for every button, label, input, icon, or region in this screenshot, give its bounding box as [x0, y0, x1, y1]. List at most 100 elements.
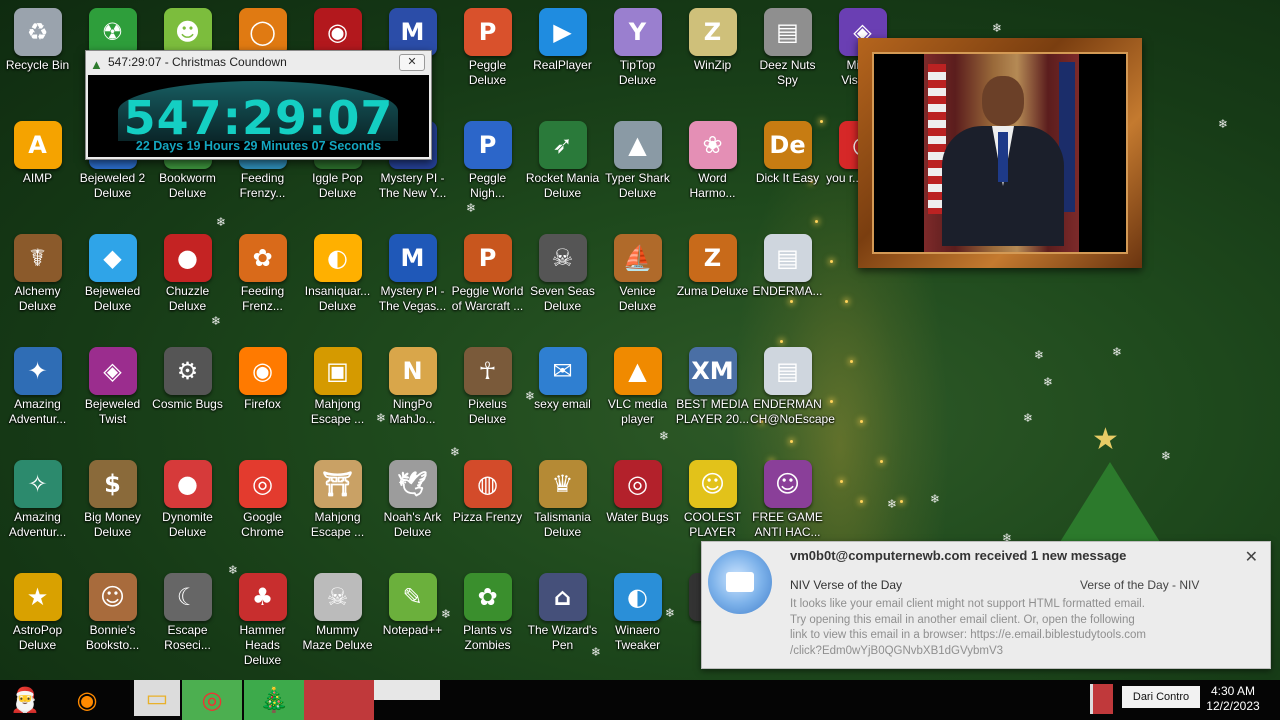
desktop-icon[interactable]: ⌂ The Wizard's Pen	[525, 573, 600, 686]
desktop-icon-label: Bookworm Deluxe	[159, 171, 216, 200]
desktop-icon[interactable]: P Peggle World of Warcraft ...	[450, 234, 525, 347]
desktop-icon[interactable]: ● Chuzzle Deluxe	[150, 234, 225, 347]
portrait-frame	[858, 38, 1142, 268]
desktop-icon-label: Zuma Deluxe	[676, 284, 749, 298]
clock-date: 12/2/2023	[1206, 699, 1260, 713]
desktop-icon[interactable]: ♛ Talismania Deluxe	[525, 460, 600, 573]
desktop-icon[interactable]: ★ AstroPop Deluxe	[0, 573, 75, 686]
start-button[interactable]: 🎅	[0, 680, 50, 720]
desktop-icon[interactable]: M Mystery PI - The Vegas...	[375, 234, 450, 347]
desktop-icon[interactable]: ⛵ Venice Deluxe	[600, 234, 675, 347]
system-clock[interactable]: 4:30 AM 12/2/2023	[1198, 684, 1268, 714]
sparkle	[830, 400, 833, 403]
desktop-icon[interactable]: ♣ Hammer Heads Deluxe	[225, 573, 300, 686]
desktop-icon-label: Noah's Ark Deluxe	[383, 510, 442, 539]
sparkle	[840, 480, 843, 483]
desktop-icon-label: Big Money Deluxe	[84, 510, 141, 539]
email-preview: It looks like your email client might no…	[790, 598, 1147, 657]
sparkle	[845, 300, 848, 303]
desktop-icon[interactable]: ▤ Deez Nuts Spy	[750, 8, 825, 121]
santa-icon: 🎅	[10, 686, 40, 714]
taskbar-app-gray[interactable]	[374, 680, 440, 700]
desktop-icon[interactable]: ◆ Bejeweled Deluxe	[75, 234, 150, 347]
desktop-icon[interactable]: ☺ Bonnie's Booksto...	[75, 573, 150, 686]
taskbar-app-red[interactable]	[304, 680, 374, 720]
desktop-icon[interactable]: ▲ Typer Shark Deluxe	[600, 121, 675, 234]
desktop-icon[interactable]: Y TipTop Deluxe	[600, 8, 675, 121]
desktop-icon[interactable]: ♻ Recycle Bin	[0, 8, 75, 121]
desktop-icon[interactable]: ▤ ENDERMA...	[750, 234, 825, 347]
enderman-icon: ▤	[763, 234, 812, 282]
desktop-icon[interactable]: ⛩ Mahjong Escape ...	[300, 460, 375, 573]
desktop-icon[interactable]: ● Dynomite Deluxe	[150, 460, 225, 573]
desktop-icon[interactable]: ◉ Firefox	[225, 347, 300, 460]
email-subject[interactable]: NIV Verse of the Day	[790, 578, 902, 592]
desktop-icon[interactable]: ⚙ Cosmic Bugs	[150, 347, 225, 460]
email-notification[interactable]: vm0b0t@computernewb.com received 1 new m…	[701, 541, 1271, 669]
notification-close-button[interactable]: ✕	[1245, 547, 1258, 567]
feeding-frenzy-2-icon: ✿	[238, 234, 287, 282]
dick-it-easy-icon: De	[763, 121, 812, 169]
notepadpp-icon: ✎	[388, 573, 437, 621]
desktop-icon-label: Insaniquar... Deluxe	[304, 284, 371, 313]
desktop-icon[interactable]: ▲ VLC media player	[600, 347, 675, 460]
desktop-icon[interactable]: P Peggle Deluxe	[450, 8, 525, 121]
desktop-icon[interactable]: ◈ Bejeweled Twist	[75, 347, 150, 460]
portrait-tie	[998, 132, 1008, 182]
taskbar-chrome[interactable]: ◎	[182, 680, 242, 720]
countdown-titlebar[interactable]: ▲ 547:29:07 - Christmas Coundown ✕	[86, 51, 431, 73]
countdown-close-button[interactable]: ✕	[399, 54, 425, 71]
desktop-icon[interactable]: ☤ Alchemy Deluxe	[0, 234, 75, 347]
desktop-icon[interactable]: ◎ Water Bugs	[600, 460, 675, 573]
tray-control-window[interactable]: Dari Contro	[1122, 686, 1200, 708]
mahjong-escape-icon: ▣	[313, 347, 362, 395]
desktop-icon[interactable]: ▣ Mahjong Escape ...	[300, 347, 375, 460]
desktop-icon-label: Peggle Deluxe	[468, 58, 507, 87]
desktop-icon[interactable]: De Dick It Easy	[750, 121, 825, 234]
alchemy-icon: ☤	[13, 234, 62, 282]
zuma-icon: Z	[688, 234, 737, 282]
desktop-icon-label: Dynomite Deluxe	[162, 510, 213, 539]
desktop-icon-label: Notepad++	[382, 623, 443, 637]
desktop-icon[interactable]: ✿ Feeding Frenz...	[225, 234, 300, 347]
desktop-icon[interactable]: P Peggle Nigh...	[450, 121, 525, 234]
desktop-icon[interactable]: ◐ Winaero Tweaker	[600, 573, 675, 686]
desktop-icon[interactable]: ☠ Mummy Maze Deluxe	[300, 573, 375, 686]
snowflake: ❄	[1112, 345, 1123, 359]
email-client-icon: ✉	[538, 347, 587, 395]
mystery-pi-vegas-icon: M	[388, 234, 437, 282]
taskbar-christmas-countdown[interactable]: 🎄	[244, 680, 304, 720]
desktop-icon[interactable]: Z WinZip	[675, 8, 750, 121]
countdown-window[interactable]: ▲ 547:29:07 - Christmas Coundown ✕ 547:2…	[85, 50, 432, 160]
desktop-icon[interactable]: XM BEST MEDIA PLAYER 20...	[675, 347, 750, 460]
desktop-icon-label: AIMP	[22, 171, 53, 185]
desktop-icon[interactable]: N NingPo MahJo...	[375, 347, 450, 460]
desktop-icon[interactable]: ▤ ENDERMAN CH@NoEscape	[750, 347, 835, 460]
desktop-icon[interactable]: ✉ sexy email	[525, 347, 600, 460]
taskbar-firefox[interactable]: ◉	[62, 680, 112, 720]
notification-header: vm0b0t@computernewb.com received 1 new m…	[790, 548, 1127, 563]
desktop-icon[interactable]: 🕊 Noah's Ark Deluxe	[375, 460, 450, 573]
desktop-icon[interactable]: ☥ Pixelus Deluxe	[450, 347, 525, 460]
desktop-icon[interactable]: ✿ Plants vs Zombies	[450, 573, 525, 686]
ningpo-icon: N	[388, 347, 437, 395]
sparkle	[850, 360, 853, 363]
desktop-icon[interactable]: ❀ Word Harmo...	[675, 121, 750, 234]
desktop-icon[interactable]: ▶ RealPlayer	[525, 8, 600, 121]
tray-red-window[interactable]	[1090, 684, 1113, 714]
desktop-icon[interactable]: ◍ Pizza Frenzy	[450, 460, 525, 573]
desktop-icon-label: Mystery PI - The Vegas...	[378, 284, 447, 313]
desktop-icon[interactable]: ✦ Amazing Adventur...	[0, 347, 75, 460]
desktop-icon[interactable]: $ Big Money Deluxe	[75, 460, 150, 573]
desktop-icon[interactable]: A AIMP	[0, 121, 75, 234]
taskbar-file-explorer[interactable]: ▭	[134, 680, 180, 716]
desktop-icon[interactable]: ◐ Insaniquar... Deluxe	[300, 234, 375, 347]
desktop-icon[interactable]: ✧ Amazing Adventur...	[0, 460, 75, 573]
desktop-icon[interactable]: ☾ Escape Roseci...	[150, 573, 225, 686]
desktop-icon[interactable]: ✎ Notepad++	[375, 573, 450, 686]
desktop-icon[interactable]: ◎ Google Chrome	[225, 460, 300, 573]
desktop-icon[interactable]: Z Zuma Deluxe	[675, 234, 750, 347]
desktop-icon[interactable]: ➶ Rocket Mania Deluxe	[525, 121, 600, 234]
xmplay-icon: XM	[688, 347, 737, 395]
desktop-icon[interactable]: ☠ Seven Seas Deluxe	[525, 234, 600, 347]
